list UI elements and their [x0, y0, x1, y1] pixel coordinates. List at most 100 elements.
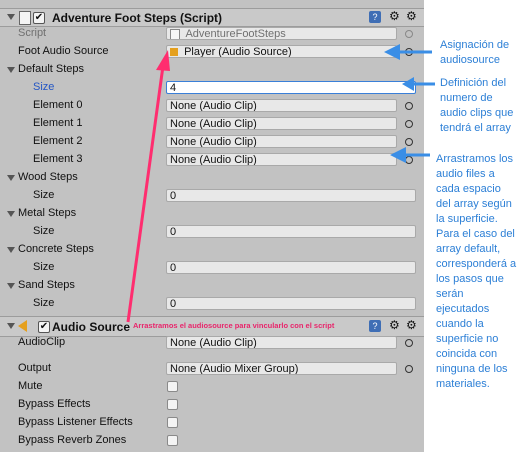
enabled-checkbox[interactable]: ✔ [38, 321, 50, 333]
element-row: Element 1 None (Audio Clip) [0, 115, 424, 133]
audioclip-row: AudioClip None (Audio Clip) [0, 334, 424, 352]
gear-icon[interactable]: ⚙ [406, 318, 417, 332]
group-label: Wood Steps [18, 171, 78, 183]
object-picker-icon[interactable] [405, 30, 413, 38]
annotation-line: cuando la [436, 318, 484, 330]
annotation-line: ninguna de los [436, 363, 508, 375]
metal-size-input[interactable]: 0 [166, 225, 416, 238]
foldout-arrow-icon[interactable] [7, 247, 15, 253]
settings-icon[interactable]: ⚙ [389, 9, 400, 23]
annotation-line: Definición del [440, 77, 507, 89]
element-row: Element 3 None (Audio Clip) [0, 151, 424, 169]
annotation-line: audiosource [440, 54, 500, 66]
sand-steps-row[interactable]: Sand Steps [0, 277, 424, 295]
annotation-assignment: Asignación de audiosource [440, 38, 509, 68]
default-size-input[interactable]: 4 [166, 81, 416, 94]
script-icon [19, 11, 31, 25]
foldout-arrow-icon[interactable] [7, 67, 15, 73]
annotation-line: Arrastramos los [436, 153, 514, 165]
foot-audio-field[interactable]: Player (Audio Source) [166, 45, 397, 58]
annotation-drag-source: Arrastramos el audiosource para vincular… [133, 321, 335, 330]
object-picker-icon[interactable] [405, 339, 413, 347]
gear-icon[interactable]: ⚙ [406, 9, 417, 23]
toggle-label: Mute [18, 380, 43, 392]
object-picker-icon[interactable] [405, 120, 413, 128]
settings-icon[interactable]: ⚙ [389, 318, 400, 332]
foldout-arrow-icon[interactable] [7, 211, 15, 217]
toggle-row: Bypass Effects [0, 396, 424, 414]
annotation-line: del array según [436, 198, 512, 210]
annotation-line: corresponderá a [436, 258, 517, 270]
toggle-row: Bypass Reverb Zones [0, 432, 424, 450]
script-field: AdventureFootSteps [166, 27, 397, 40]
default-steps-row[interactable]: Default Steps [0, 61, 424, 79]
group-label: Concrete Steps [18, 243, 94, 255]
foldout-arrow-icon[interactable] [7, 283, 15, 289]
script-row: Script AdventureFootSteps [0, 25, 424, 43]
size-label: Size [33, 261, 55, 273]
output-row: Output None (Audio Mixer Group) [0, 360, 424, 378]
foldout-arrow-icon[interactable] [7, 175, 15, 181]
metal-size-row: Size 0 [0, 223, 424, 241]
toggle-label: Bypass Listener Effects [18, 416, 133, 428]
sand-size-input[interactable]: 0 [166, 297, 416, 310]
element-field[interactable]: None (Audio Clip) [166, 135, 397, 148]
object-picker-icon[interactable] [405, 138, 413, 146]
annotation-line: numero de [440, 92, 493, 104]
mute-checkbox[interactable] [167, 381, 178, 392]
group-label: Metal Steps [18, 207, 77, 219]
audioclip-field[interactable]: None (Audio Clip) [166, 336, 397, 349]
help-icon[interactable]: ? [369, 11, 381, 23]
foot-audio-label: Foot Audio Source [18, 45, 109, 57]
annotation-line: la superficie. [436, 213, 498, 225]
element-field[interactable]: None (Audio Clip) [166, 99, 397, 112]
concrete-size-row: Size 0 [0, 259, 424, 277]
bypass-effects-checkbox[interactable] [167, 399, 178, 410]
annotation-line: los pasos que [436, 273, 504, 285]
output-label: Output [18, 362, 52, 374]
bypass-listener-effects-checkbox[interactable] [167, 417, 178, 428]
object-picker-icon[interactable] [405, 156, 413, 164]
annotation-line: tendrá el array [440, 122, 511, 134]
wood-size-input[interactable]: 0 [166, 189, 416, 202]
concrete-size-input[interactable]: 0 [166, 261, 416, 274]
concrete-steps-row[interactable]: Concrete Steps [0, 241, 424, 259]
script-value: AdventureFootSteps [185, 28, 286, 40]
toggle-row: Bypass Listener Effects [0, 414, 424, 432]
annotation-line: materiales. [436, 378, 490, 390]
wood-size-row: Size 0 [0, 187, 424, 205]
element-label: Element 3 [33, 153, 83, 165]
annotation-line: Para el caso del [436, 228, 515, 240]
script-label: Script [18, 27, 47, 39]
audio-source-title: Audio Source [52, 320, 131, 334]
audioclip-label: AudioClip [18, 336, 66, 348]
foot-audio-value: Player (Audio Source) [184, 46, 292, 58]
enabled-checkbox[interactable]: ✔ [33, 12, 45, 24]
object-picker-icon[interactable] [405, 102, 413, 110]
foldout-arrow-icon[interactable] [7, 14, 15, 20]
element-field[interactable]: None (Audio Clip) [166, 153, 397, 166]
foldout-arrow-icon[interactable] [7, 323, 15, 329]
size-label: Size [33, 189, 55, 201]
element-row: Element 2 None (Audio Clip) [0, 133, 424, 151]
toggle-row: Mute [0, 378, 424, 396]
element-label: Element 2 [33, 135, 83, 147]
object-picker-icon[interactable] [405, 365, 413, 373]
annotation-definition: Definición del numero de audio clips que… [440, 76, 513, 136]
help-icon[interactable]: ? [369, 320, 381, 332]
audio-source-icon [170, 48, 178, 57]
element-field[interactable]: None (Audio Clip) [166, 117, 397, 130]
annotation-line: superficie no [436, 333, 499, 345]
output-field[interactable]: None (Audio Mixer Group) [166, 362, 397, 375]
toggle-label: Bypass Reverb Zones [18, 434, 127, 446]
annotation-line: array default, [436, 243, 501, 255]
wood-steps-row[interactable]: Wood Steps [0, 169, 424, 187]
annotation-drag-files: Arrastramos los audio files a cada espac… [436, 152, 516, 392]
inspector-panel: ✔ Adventure Foot Steps (Script) ? ⚙ ⚙ Sc… [0, 0, 424, 452]
group-label: Sand Steps [18, 279, 75, 291]
bypass-reverb-zones-checkbox[interactable] [167, 435, 178, 446]
foot-audio-row: Foot Audio Source Player (Audio Source) [0, 43, 424, 61]
script-component-title: Adventure Foot Steps (Script) [52, 11, 223, 25]
metal-steps-row[interactable]: Metal Steps [0, 205, 424, 223]
object-picker-icon[interactable] [405, 48, 413, 56]
